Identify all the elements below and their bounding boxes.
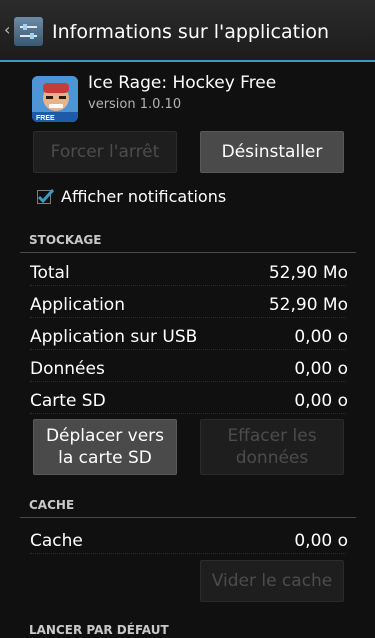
- clear-data-button[interactable]: Effacer les données: [200, 419, 344, 475]
- show-notifications-checkbox[interactable]: [37, 188, 55, 205]
- storage-row-value: 0,00 o: [294, 359, 348, 379]
- free-badge: FREE: [36, 115, 55, 122]
- settings-app-icon[interactable]: [14, 17, 43, 46]
- storage-row-label: Total: [30, 263, 70, 283]
- force-stop-button[interactable]: Forcer l'arrêt: [33, 131, 177, 173]
- storage-row-value: 52,90 Mo: [268, 295, 348, 315]
- launch-default-section-header: LANCER PAR DÉFAUT: [29, 623, 169, 637]
- storage-row-value: 0,00 o: [294, 327, 348, 347]
- clear-cache-button[interactable]: Vider le cache: [200, 560, 344, 602]
- cache-divider: [20, 517, 356, 518]
- row-leader: [30, 284, 346, 286]
- row-leader: [30, 348, 346, 350]
- app-icon: FREE: [32, 76, 78, 122]
- app-name: Ice Rage: Hockey Free: [88, 73, 277, 93]
- cache-section-header: CACHE: [29, 498, 75, 512]
- row-leader: [30, 412, 346, 414]
- action-bar: ‹ Informations sur l'application: [0, 0, 375, 62]
- show-notifications-label[interactable]: Afficher notifications: [61, 186, 226, 208]
- uninstall-button[interactable]: Désinstaller: [200, 131, 344, 173]
- row-leader: [30, 316, 346, 318]
- storage-divider: [20, 252, 356, 253]
- storage-row-label: Application: [30, 295, 125, 315]
- storage-row-label: Données: [30, 359, 105, 379]
- storage-section-header: STOCKAGE: [29, 233, 102, 247]
- storage-row-value: 0,00 o: [294, 391, 348, 411]
- app-version: version 1.0.10: [88, 97, 182, 112]
- move-to-sd-button[interactable]: Déplacer vers la carte SD: [33, 419, 177, 475]
- cache-row-label: Cache: [30, 531, 83, 551]
- storage-row-label: Application sur USB: [30, 327, 198, 347]
- cache-row-value: 0,00 o: [294, 531, 348, 551]
- storage-row-label: Carte SD: [30, 391, 106, 411]
- storage-row-value: 52,90 Mo: [268, 263, 348, 283]
- checkmark-icon: [37, 188, 55, 204]
- row-leader: [30, 552, 346, 554]
- page-title: Informations sur l'application: [52, 21, 330, 43]
- up-navigation-caret-icon[interactable]: ‹: [4, 20, 10, 40]
- row-leader: [30, 380, 346, 382]
